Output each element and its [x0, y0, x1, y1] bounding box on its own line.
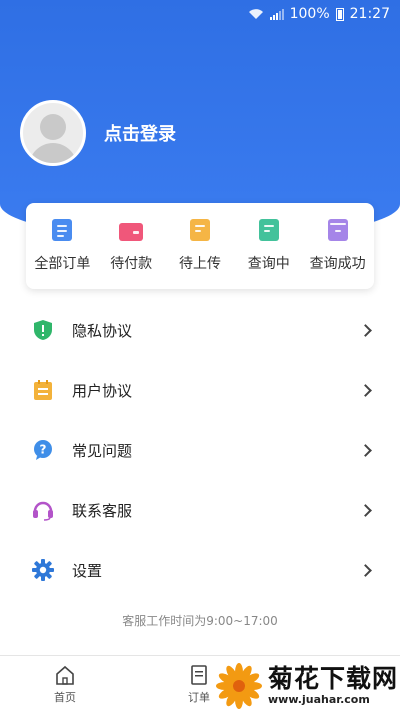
wifi-icon — [248, 9, 263, 19]
watermark-title: 菊花下载网 — [268, 664, 399, 693]
menu-label: 常见问题 — [72, 441, 133, 460]
battery-percent: 100% — [289, 6, 330, 22]
order-label: 待上传 — [178, 256, 221, 272]
order-all[interactable]: 全部订单 — [29, 219, 95, 273]
menu-settings[interactable]: 设置 — [0, 540, 400, 600]
question-icon: ? — [32, 439, 54, 461]
watermark-logo: 菊花下载网 www.juahar.com — [216, 660, 400, 711]
gear-icon — [32, 559, 54, 581]
all-orders-icon — [52, 219, 73, 241]
order-label: 待付款 — [110, 256, 153, 272]
order-label: 查询成功 — [309, 256, 366, 272]
svg-text:?: ? — [40, 443, 47, 457]
chevron-right-icon — [359, 323, 372, 337]
clock: 21:27 — [349, 6, 390, 22]
chevron-right-icon — [359, 503, 372, 517]
querying-icon — [258, 219, 279, 241]
tab-home[interactable]: 首页 — [54, 664, 76, 705]
menu-label: 隐私协议 — [72, 321, 133, 340]
chevron-right-icon — [359, 383, 372, 397]
settings-menu: 隐私协议 用户协议 ? 常见问题 联系客服 设置 — [0, 300, 400, 600]
watermark-url: www.juahar.com — [268, 693, 370, 706]
battery-icon — [335, 7, 344, 21]
login-link[interactable]: 点击登录 — [104, 120, 176, 146]
menu-label: 用户协议 — [72, 381, 133, 400]
flower-icon — [216, 662, 262, 709]
home-icon — [56, 665, 74, 685]
chevron-right-icon — [359, 443, 372, 457]
tab-label: 首页 — [54, 691, 76, 704]
menu-faq[interactable]: ? 常见问题 — [0, 420, 400, 480]
status-bar: 100% 21:27 — [0, 0, 400, 28]
profile-section[interactable]: 点击登录 — [20, 100, 176, 166]
service-hours: 客服工作时间为9:00~17:00 — [122, 614, 278, 628]
menu-label: 设置 — [72, 561, 103, 580]
order-label: 全部订单 — [34, 256, 91, 272]
pending-payment-icon — [119, 223, 144, 241]
order-query-success[interactable]: 查询成功 — [305, 219, 371, 273]
query-success-icon — [327, 219, 348, 241]
menu-label: 联系客服 — [72, 501, 133, 520]
menu-privacy-policy[interactable]: 隐私协议 — [0, 300, 400, 360]
menu-user-agreement[interactable]: 用户协议 — [0, 360, 400, 420]
order-pending-payment[interactable]: 待付款 — [98, 219, 164, 273]
headset-icon — [32, 499, 54, 521]
pending-upload-icon — [189, 219, 210, 241]
order-icon — [191, 665, 207, 685]
avatar[interactable] — [20, 100, 86, 166]
signal-icon — [269, 8, 284, 20]
menu-customer-service[interactable]: 联系客服 — [0, 480, 400, 540]
shield-icon — [32, 319, 54, 341]
order-label: 查询中 — [247, 256, 290, 272]
tab-orders[interactable]: 订单 — [188, 664, 210, 705]
order-status-card: 全部订单 待付款 待上传 查询中 查询成功 — [26, 203, 374, 289]
order-pending-upload[interactable]: 待上传 — [167, 219, 233, 273]
chevron-right-icon — [359, 563, 372, 577]
order-querying[interactable]: 查询中 — [236, 219, 302, 273]
clipboard-icon — [32, 379, 54, 401]
tab-label: 订单 — [188, 691, 210, 704]
